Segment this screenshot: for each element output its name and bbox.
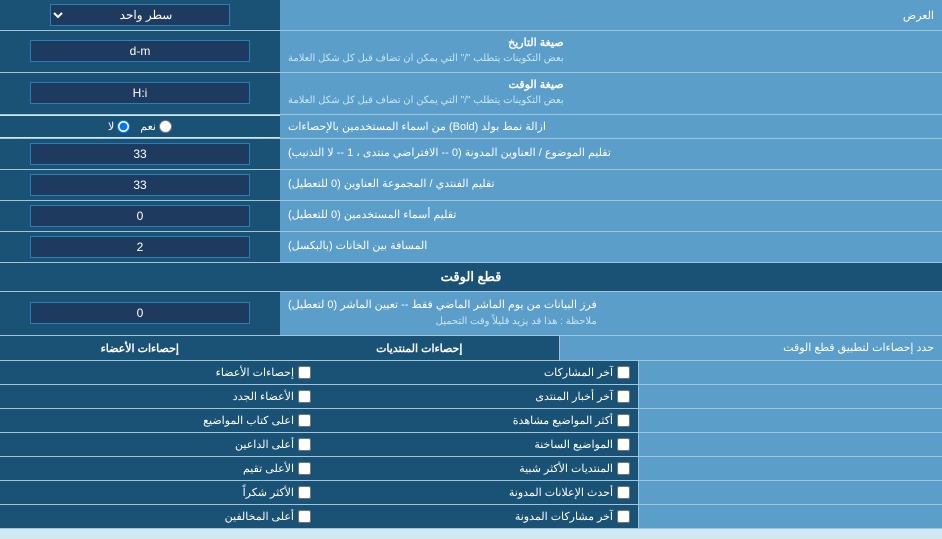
- forum-trim-input[interactable]: [30, 174, 250, 196]
- time-format-label: صيغة الوقت بعض التكوينات يتطلب "/" التي …: [280, 73, 942, 114]
- stats-member-item[interactable]: الأعلى تقيم: [8, 460, 311, 477]
- single-row-select[interactable]: سطر واحد: [50, 4, 230, 26]
- stats-post-item[interactable]: المواضيع الساخنة: [327, 436, 630, 453]
- stats-member-item[interactable]: أعلى المخالفين: [8, 508, 311, 525]
- stats-member-item[interactable]: الأعضاء الجدد: [8, 388, 311, 405]
- forum-trim-input-cell: [0, 170, 280, 200]
- users-trim-input[interactable]: [30, 205, 250, 227]
- stats-post-item[interactable]: المنتديات الأكثر شبية: [327, 460, 630, 477]
- users-trim-label: تقليم أسماء المستخدمين (0 للتعطيل): [280, 201, 942, 231]
- stats-post-item[interactable]: آخر مشاركات المدونة: [327, 508, 630, 525]
- stats-post-item[interactable]: آخر أخبار المنتدى: [327, 388, 630, 405]
- single-row-cell: سطر واحد: [0, 0, 280, 30]
- date-format-input-cell: [0, 31, 280, 72]
- threads-sort-input[interactable]: [30, 143, 250, 165]
- bold-remove-options: نعم لا: [0, 116, 280, 137]
- stats-member-item[interactable]: اعلى كتاب المواضيع: [8, 412, 311, 429]
- time-format-input[interactable]: [30, 82, 250, 104]
- stats-post-item[interactable]: أكثر المواضيع مشاهدة: [327, 412, 630, 429]
- time-cut-filter-input[interactable]: [30, 302, 250, 324]
- stats-define-label: حدد إحصاءات لتطبيق قطع الوقت: [560, 336, 942, 360]
- bold-remove-label: ازالة نمط بولد (Bold) من اسماء المستخدمي…: [280, 115, 942, 138]
- column-spacing-input[interactable]: [30, 236, 250, 258]
- time-format-input-cell: [0, 73, 280, 114]
- time-cut-section-header: قطع الوقت: [0, 263, 942, 292]
- date-format-label: صيغة التاريخ بعض التكوينات يتطلب "/" الت…: [280, 31, 942, 72]
- users-trim-input-cell: [0, 201, 280, 231]
- bold-remove-no[interactable]: لا: [108, 120, 130, 133]
- time-cut-filter-label: فرز البيانات من يوم الماشر الماضي فقط --…: [280, 292, 942, 335]
- threads-sort-input-cell: [0, 139, 280, 169]
- column-spacing-label: المسافة بين الخانات (بالبكسل): [280, 232, 942, 262]
- stats-members-header: إحصاءات الأعضاء: [101, 343, 179, 355]
- bold-remove-yes[interactable]: نعم: [140, 120, 172, 133]
- stats-member-item[interactable]: أعلى الداعين: [8, 436, 311, 453]
- forum-trim-label: تقليم الفنتدي / المجموعة العناوين (0 للت…: [280, 170, 942, 200]
- time-cut-filter-input-cell: [0, 292, 280, 335]
- page-title: العرض: [280, 4, 942, 27]
- stats-member-item[interactable]: الأكثر شكراً: [8, 484, 311, 501]
- stats-member-item[interactable]: إحصاءات الأعضاء: [8, 364, 311, 381]
- stats-posts-header: إحصاءات المنتديات: [376, 343, 462, 355]
- stats-post-item[interactable]: أحدث الإعلانات المدونة: [327, 484, 630, 501]
- column-spacing-input-cell: [0, 232, 280, 262]
- threads-sort-label: تقليم الموضوع / العناوين المدونة (0 -- ا…: [280, 139, 942, 169]
- date-format-input[interactable]: [30, 40, 250, 62]
- stats-post-item[interactable]: آخر المشاركات: [327, 364, 630, 381]
